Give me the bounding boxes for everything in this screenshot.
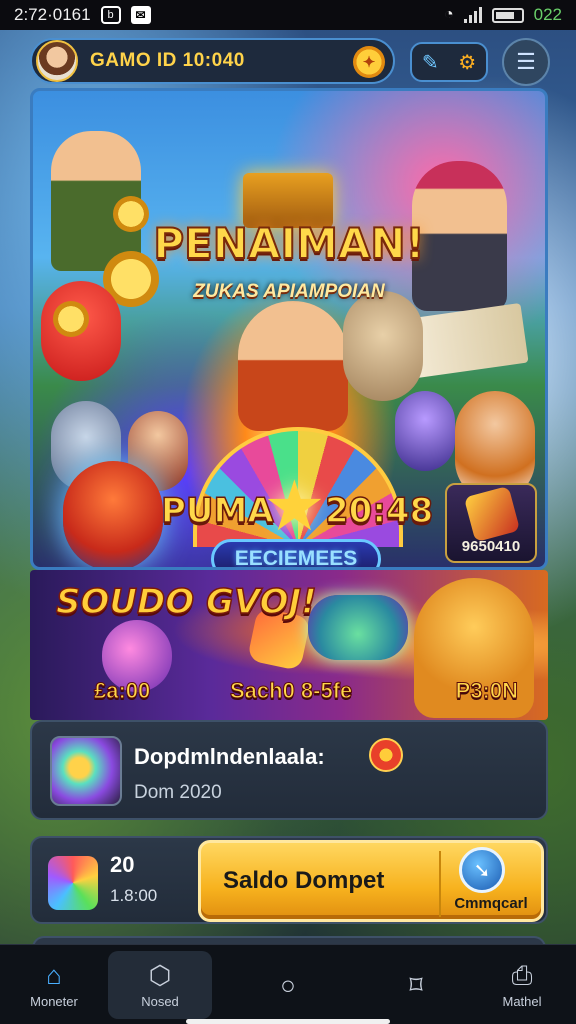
layers-menu-icon[interactable]: ☰ <box>502 38 550 86</box>
circle-icon: ○ <box>280 970 296 1000</box>
hero-banner[interactable]: PENAIMAN! ZUKAS APIAMPOIAN ★ PUMA 20:48 … <box>30 88 548 570</box>
hero-left-word: PUMA <box>160 490 274 532</box>
nav-label: Moneter <box>30 993 78 1009</box>
wallet-subvalue: 1.8:00 <box>110 886 158 905</box>
hero-right-word: 20:48 <box>324 490 434 532</box>
hero-subtitle: ZUKAS APIAMPOIAN <box>193 281 385 302</box>
promo-price[interactable]: P3:0N <box>455 678 518 704</box>
promo-price[interactable]: Sach0 8-5fe <box>229 678 352 704</box>
tools-group: ✎ ⚙ <box>410 42 488 82</box>
character-purple <box>395 391 455 471</box>
signal-icon <box>463 7 482 23</box>
nav-item-nosed[interactable]: ⬡ Nosed <box>108 951 212 1019</box>
reward-value: 9650410 <box>461 538 521 555</box>
promo-title: SOUDO GVOJ! <box>55 581 317 623</box>
message-icon: ✉ <box>130 6 151 24</box>
character-hero <box>238 301 348 431</box>
character-fox <box>63 461 163 567</box>
wallet-amount: 20 <box>110 852 135 877</box>
info-subtitle: Dom 2020 <box>134 782 222 803</box>
nav-label: Nosed <box>141 993 179 1009</box>
nav-item-mathel[interactable]: ⎙ Mathel <box>470 951 574 1019</box>
status-bar: 2:72·0161 b ✉ ◔ 022 <box>0 0 576 30</box>
promo-banner[interactable]: SOUDO GVOJ! £a:00 Sach0 8-5fe P3:0N <box>30 570 548 720</box>
top-bar: GAMO ID 10:040 ✦ ✎ ⚙ ☰ <box>30 36 550 86</box>
nav-label: Mathel <box>502 993 542 1009</box>
nav-item-center[interactable]: ○ <box>236 951 340 1019</box>
promo-price[interactable]: £a:00 <box>93 678 150 704</box>
badge-icon <box>369 738 403 772</box>
notification-icon: b <box>100 6 121 24</box>
nav-item-book[interactable]: ⌑ <box>364 951 468 1019</box>
wallet-card: 20 1.8:00 Saldo Dompet ➘ Cmmqcarl <box>30 836 548 924</box>
home-icon: ⌂ <box>46 959 62 990</box>
treasure-pile-icon <box>308 595 408 660</box>
wallet-button-label: Saldo Dompet <box>223 867 385 894</box>
hero-ribbon[interactable]: EECIEMEES <box>211 539 381 567</box>
info-card[interactable]: Dopdmlndenlaala: Dom 2020 <box>30 720 548 820</box>
cube-icon: ⬡ <box>148 959 172 990</box>
nav-item-home[interactable]: ⌂ Moneter <box>2 951 106 1019</box>
battery-icon <box>491 7 524 23</box>
home-indicator <box>186 1019 390 1024</box>
battery-text: 022 <box>533 5 562 24</box>
connect-label: Cmmqcarl <box>454 895 528 912</box>
reward-card[interactable]: 9650410 <box>445 483 537 563</box>
gem-icon <box>48 856 98 910</box>
info-title: Dopdmlndenlaala: <box>134 744 325 769</box>
app-frame: GAMO ID 10:040 ✦ ✎ ⚙ ☰ PENAIMAN! ZUKAS A… <box>30 30 550 956</box>
book-icon: ⌑ <box>409 970 423 1000</box>
wifi-icon: ◔ <box>443 6 454 23</box>
bottom-nav: ⌂ Moneter ⬡ Nosed ○ ⌑ ⎙ Mathel <box>0 944 576 1024</box>
inbox-icon: ⎙ <box>511 959 533 990</box>
hero-title: PENAIMAN! <box>152 218 425 269</box>
coin-icon[interactable]: ✦ <box>353 46 385 78</box>
info-thumbnail <box>50 736 122 806</box>
connect-icon[interactable]: ➘ <box>459 847 505 893</box>
character-kangaroo <box>343 291 423 401</box>
coin-icon <box>53 301 89 337</box>
wrench-icon[interactable]: ✎ <box>422 50 439 75</box>
status-time: 2:72·0161 <box>14 5 91 24</box>
reward-item-icon <box>463 485 521 543</box>
gear-icon[interactable]: ⚙ <box>458 50 476 75</box>
avatar[interactable] <box>36 40 78 82</box>
profile-name: GAMO ID 10:040 <box>90 50 245 71</box>
wallet-balance-button[interactable]: Saldo Dompet ➘ Cmmqcarl <box>198 840 544 922</box>
profile-bar[interactable]: GAMO ID 10:040 ✦ <box>30 38 395 84</box>
